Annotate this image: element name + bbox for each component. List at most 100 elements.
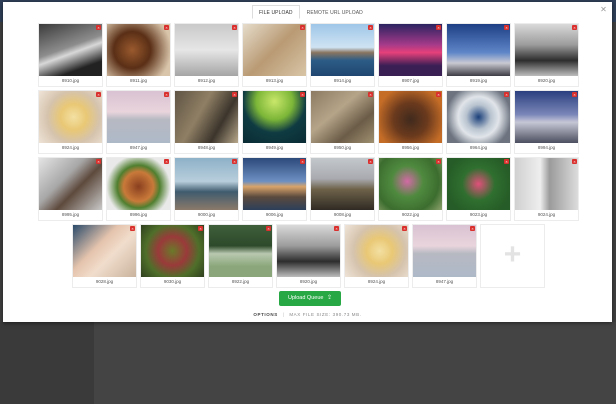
file-tile[interactable]: × 9006.jpg: [242, 157, 307, 221]
file-tile[interactable]: × 8913.jpg: [242, 23, 307, 87]
remove-file-icon[interactable]: ×: [436, 159, 441, 164]
remove-file-icon[interactable]: ×: [504, 159, 509, 164]
upload-queue-button[interactable]: Upload Queue ⇪: [279, 291, 341, 306]
remove-file-icon[interactable]: ×: [96, 92, 101, 97]
file-tile[interactable]: × 8914.jpg: [310, 23, 375, 87]
file-name: 8920.jpg: [299, 279, 318, 284]
file-name: 8924.jpg: [61, 145, 80, 150]
remove-file-icon[interactable]: ×: [300, 92, 305, 97]
file-tile[interactable]: × 8996.jpg: [106, 157, 171, 221]
remove-file-icon[interactable]: ×: [266, 226, 271, 231]
upload-tabs: FILE UPLOAD REMOTE URL UPLOAD: [252, 5, 370, 19]
file-name: 9000.jpg: [197, 212, 216, 217]
remove-file-icon[interactable]: ×: [402, 226, 407, 231]
remove-file-icon[interactable]: ×: [164, 159, 169, 164]
file-name: 9022.jpg: [401, 212, 420, 217]
remove-file-icon[interactable]: ×: [368, 159, 373, 164]
tab-file-upload[interactable]: FILE UPLOAD: [252, 5, 300, 19]
file-thumbnail: [175, 91, 238, 143]
file-tile[interactable]: × 8994.jpg: [514, 90, 579, 154]
file-thumbnail: [39, 91, 102, 143]
upload-queue-label: Upload Queue: [287, 295, 324, 301]
file-name: 8996.jpg: [129, 212, 148, 217]
file-thumbnail: [39, 158, 102, 210]
remove-file-icon[interactable]: ×: [198, 226, 203, 231]
file-tile[interactable]: × 8910.jpg: [38, 23, 103, 87]
file-tile[interactable]: × 8924.jpg: [38, 90, 103, 154]
file-tile[interactable]: × 8912.jpg: [174, 23, 239, 87]
remove-file-icon[interactable]: ×: [504, 25, 509, 30]
separator: |: [282, 312, 285, 317]
file-tile[interactable]: × 8995.jpg: [38, 157, 103, 221]
file-thumbnail: [379, 91, 442, 143]
file-thumbnail: [447, 158, 510, 210]
file-thumbnail: [311, 91, 374, 143]
file-tile[interactable]: × 8947.jpg: [412, 224, 477, 288]
file-thumbnail: [379, 24, 442, 76]
file-name: 8910.jpg: [61, 78, 80, 83]
file-thumbnail: [413, 225, 476, 277]
file-tile[interactable]: × 8948.jpg: [174, 90, 239, 154]
file-tile[interactable]: × 8949.jpg: [242, 90, 307, 154]
upload-modal: FILE UPLOAD REMOTE URL UPLOAD ✕ × 8910.jp…: [3, 2, 612, 322]
remove-file-icon[interactable]: ×: [504, 92, 509, 97]
file-tile[interactable]: × 8924.jpg: [344, 224, 409, 288]
remove-file-icon[interactable]: ×: [368, 92, 373, 97]
file-name: 9006.jpg: [265, 212, 284, 217]
file-name: 8948.jpg: [197, 145, 216, 150]
remove-file-icon[interactable]: ×: [572, 159, 577, 164]
plus-icon: +: [503, 238, 522, 271]
file-name: 9023.jpg: [469, 212, 488, 217]
file-tile[interactable]: × 8911.jpg: [106, 23, 171, 87]
file-name: 8907.jpg: [401, 78, 420, 83]
remove-file-icon[interactable]: ×: [164, 25, 169, 30]
file-tile[interactable]: × 8919.jpg: [446, 23, 511, 87]
remove-file-icon[interactable]: ×: [572, 25, 577, 30]
file-tile[interactable]: × 9030.jpg: [140, 224, 205, 288]
remove-file-icon[interactable]: ×: [572, 92, 577, 97]
remove-file-icon[interactable]: ×: [300, 25, 305, 30]
remove-file-icon[interactable]: ×: [470, 226, 475, 231]
file-tile[interactable]: × 8920.jpg: [514, 23, 579, 87]
file-tile[interactable]: × 8950.jpg: [310, 90, 375, 154]
file-name: 9024.jpg: [537, 212, 556, 217]
file-tile[interactable]: × 8920.jpg: [276, 224, 341, 288]
file-tile[interactable]: × 8947.jpg: [106, 90, 171, 154]
file-tile[interactable]: × 9028.jpg: [72, 224, 137, 288]
file-thumbnail: [175, 24, 238, 76]
file-tile[interactable]: × 8956.jpg: [378, 90, 443, 154]
file-name: 9030.jpg: [163, 279, 182, 284]
tab-remote-url-upload[interactable]: REMOTE URL UPLOAD: [300, 5, 370, 19]
remove-file-icon[interactable]: ×: [436, 92, 441, 97]
file-name: 8911.jpg: [130, 78, 147, 83]
remove-file-icon[interactable]: ×: [300, 159, 305, 164]
file-tile[interactable]: × 9008.jpg: [310, 157, 375, 221]
remove-file-icon[interactable]: ×: [436, 25, 441, 30]
file-thumbnail: [311, 158, 374, 210]
remove-file-icon[interactable]: ×: [334, 226, 339, 231]
file-tile[interactable]: × 8907.jpg: [378, 23, 443, 87]
file-tile[interactable]: × 8922.jpg: [208, 224, 273, 288]
file-tile[interactable]: × 9024.jpg: [514, 157, 579, 221]
file-thumbnail: [73, 225, 136, 277]
file-tile[interactable]: × 9023.jpg: [446, 157, 511, 221]
remove-file-icon[interactable]: ×: [164, 92, 169, 97]
remove-file-icon[interactable]: ×: [232, 159, 237, 164]
file-thumbnail: [515, 24, 578, 76]
remove-file-icon[interactable]: ×: [232, 25, 237, 30]
remove-file-icon[interactable]: ×: [96, 25, 101, 30]
file-tile[interactable]: × 9000.jpg: [174, 157, 239, 221]
close-icon[interactable]: ✕: [599, 5, 608, 14]
file-thumbnail: [243, 91, 306, 143]
remove-file-icon[interactable]: ×: [368, 25, 373, 30]
page-content: [94, 322, 616, 404]
remove-file-icon[interactable]: ×: [96, 159, 101, 164]
remove-file-icon[interactable]: ×: [130, 226, 135, 231]
remove-file-icon[interactable]: ×: [232, 92, 237, 97]
options-link[interactable]: OPTIONS: [253, 312, 277, 317]
file-tile[interactable]: × 8964.jpg: [446, 90, 511, 154]
add-file-button[interactable]: +: [480, 224, 545, 288]
file-tile[interactable]: × 9022.jpg: [378, 157, 443, 221]
file-name: 8964.jpg: [469, 145, 488, 150]
page-sidebar: [0, 322, 94, 404]
